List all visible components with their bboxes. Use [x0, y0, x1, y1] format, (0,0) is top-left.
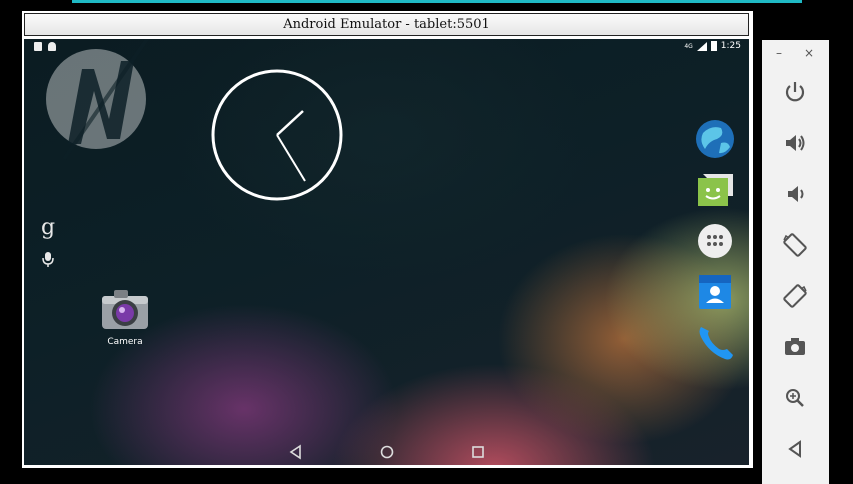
network-type-label: 4G	[684, 42, 693, 50]
navigation-bar	[24, 439, 749, 465]
sd-card-icon	[34, 42, 42, 51]
emulator-window: Android Emulator - tablet:5501 4G 1:25 g…	[22, 11, 753, 468]
accent-strip	[72, 0, 802, 3]
panel-window-controls: – ×	[762, 40, 829, 68]
status-time: 1:25	[720, 41, 741, 51]
volume-up-icon[interactable]	[780, 128, 810, 158]
battery-icon	[710, 41, 717, 51]
app-camera[interactable]: Camera	[95, 287, 155, 347]
rotate-right-icon[interactable]	[780, 281, 810, 311]
google-search-icon[interactable]: g	[41, 215, 55, 240]
screenshot-camera-icon[interactable]	[780, 332, 810, 362]
browser-globe-icon[interactable]	[695, 119, 735, 159]
android-debug-icon	[48, 42, 56, 51]
phone-icon[interactable]	[695, 323, 735, 363]
messaging-icon[interactable]	[695, 170, 735, 210]
back-icon[interactable]	[287, 443, 305, 461]
analog-clock-widget[interactable]	[210, 68, 344, 202]
emulator-controls-panel: – ×	[762, 40, 829, 484]
app-drawer-icon[interactable]	[695, 221, 735, 261]
signal-icon	[696, 41, 707, 51]
status-bar: 4G 1:25	[24, 39, 749, 55]
device-screen[interactable]: 4G 1:25 g Camera	[24, 39, 749, 465]
netaawy-watermark-logo	[46, 39, 150, 161]
camera-icon	[102, 290, 148, 329]
window-titlebar[interactable]: Android Emulator - tablet:5501	[24, 13, 749, 36]
close-button[interactable]: ×	[804, 46, 814, 60]
zoom-icon[interactable]	[780, 383, 810, 413]
app-camera-label: Camera	[107, 337, 143, 347]
volume-down-icon[interactable]	[780, 179, 810, 209]
panel-back-icon[interactable]	[780, 434, 810, 464]
microphone-icon[interactable]	[42, 251, 54, 267]
contacts-icon[interactable]	[695, 272, 735, 312]
minimize-button[interactable]: –	[776, 46, 782, 60]
home-icon[interactable]	[378, 443, 396, 461]
window-title: Android Emulator - tablet:5501	[283, 17, 490, 32]
power-icon[interactable]	[780, 77, 810, 107]
rotate-left-icon[interactable]	[780, 230, 810, 260]
recents-icon[interactable]	[469, 443, 487, 461]
